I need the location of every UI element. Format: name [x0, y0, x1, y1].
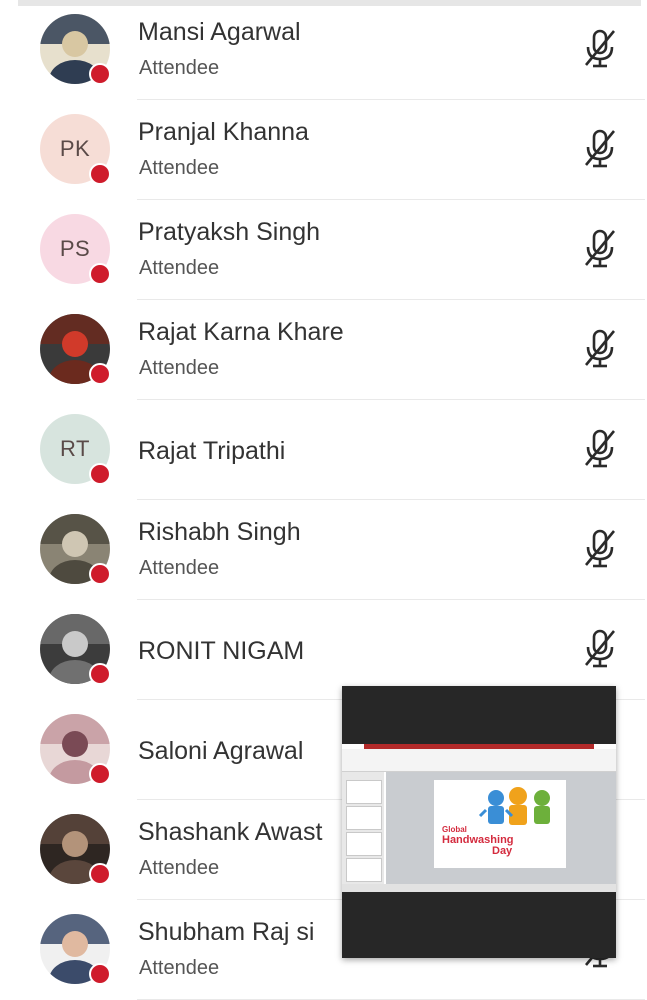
avatar-initials: PK [59, 136, 91, 161]
participant-name: Saloni Agrawal [138, 737, 304, 765]
presentation-window: Global Handwashing Day [342, 744, 616, 892]
participant-row[interactable]: PS Pratyaksh Singh Attendee [0, 200, 647, 300]
participant-name: Pratyaksh Singh [138, 218, 321, 246]
status-dot [89, 663, 111, 685]
microphone-muted-icon[interactable] [580, 227, 620, 271]
participant-role: Attendee [139, 957, 220, 979]
status-dot [89, 463, 111, 485]
slide-thumbnail [346, 780, 382, 804]
participant-row[interactable]: Mansi Agarwal Attendee [0, 0, 647, 100]
participant-role: Attendee [139, 257, 220, 279]
slide-thumbnails-panel [342, 772, 384, 884]
screen-share-pip[interactable]: Global Handwashing Day [342, 686, 616, 958]
participant-role: Attendee [139, 157, 220, 179]
participant-role: Attendee [139, 57, 220, 79]
slide-title: Global Handwashing Day [442, 824, 514, 857]
status-dot [89, 563, 111, 585]
microphone-muted-icon[interactable] [580, 627, 620, 671]
participant-row[interactable]: Rajat Karna Khare Attendee [0, 300, 647, 400]
participant-role: Attendee [139, 357, 220, 379]
slide-canvas: Global Handwashing Day [386, 772, 616, 884]
participant-row[interactable]: Rishabh Singh Attendee [0, 500, 647, 600]
avatar-initials: RT [60, 436, 90, 461]
participant-role: Attendee [139, 857, 220, 879]
status-dot [89, 63, 111, 85]
participant-row[interactable]: RT Rajat Tripathi [0, 400, 647, 500]
participant-row[interactable]: RONIT NIGAM [0, 600, 647, 700]
microphone-muted-icon[interactable] [580, 427, 620, 471]
slide-thumbnail [346, 806, 382, 830]
participant-name: Pranjal Khanna [138, 118, 309, 146]
participant-name: Rajat Tripathi [138, 437, 286, 465]
status-dot [89, 763, 111, 785]
status-dot [89, 263, 111, 285]
status-dot [89, 863, 111, 885]
participant-name: Rishabh Singh [138, 518, 301, 546]
participant-name: RONIT NIGAM [138, 637, 305, 665]
microphone-muted-icon[interactable] [580, 327, 620, 371]
participant-row[interactable]: PK Pranjal Khanna Attendee [0, 100, 647, 200]
current-slide: Global Handwashing Day [434, 780, 566, 868]
microphone-muted-icon[interactable] [580, 527, 620, 571]
participant-name: Shashank Awast [138, 818, 323, 846]
app-status-bar [342, 884, 616, 892]
participant-role: Attendee [139, 557, 220, 579]
status-dot [89, 363, 111, 385]
slide-title-line: Day [492, 845, 513, 857]
participant-name: Mansi Agarwal [138, 18, 301, 46]
status-dot [89, 163, 111, 185]
avatar-initials: PS [59, 236, 91, 261]
status-dot [89, 963, 111, 985]
app-ribbon-toolbar [342, 749, 616, 772]
slide-thumbnail [346, 832, 382, 856]
microphone-muted-icon[interactable] [580, 27, 620, 71]
participant-name: Shubham Raj si [138, 918, 315, 946]
slide-thumbnail [346, 858, 382, 882]
microphone-muted-icon[interactable] [580, 127, 620, 171]
participant-name: Rajat Karna Khare [138, 318, 344, 346]
